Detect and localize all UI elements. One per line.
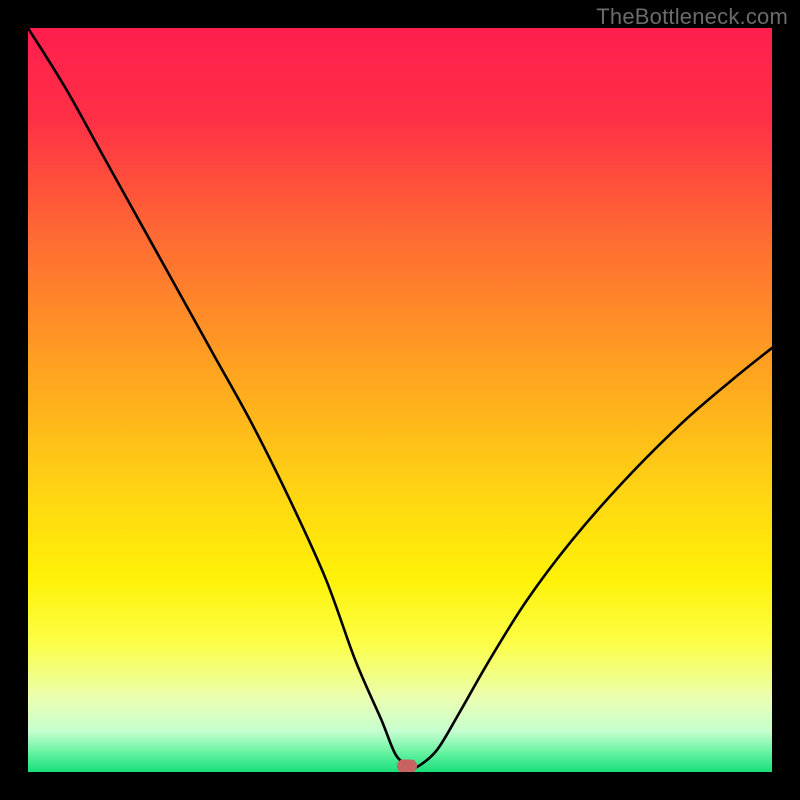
bottleneck-curve [28, 28, 772, 772]
chart-frame: TheBottleneck.com [0, 0, 800, 800]
watermark-label: TheBottleneck.com [596, 4, 788, 30]
optimal-point-marker [397, 760, 417, 772]
plot-area [28, 28, 772, 772]
